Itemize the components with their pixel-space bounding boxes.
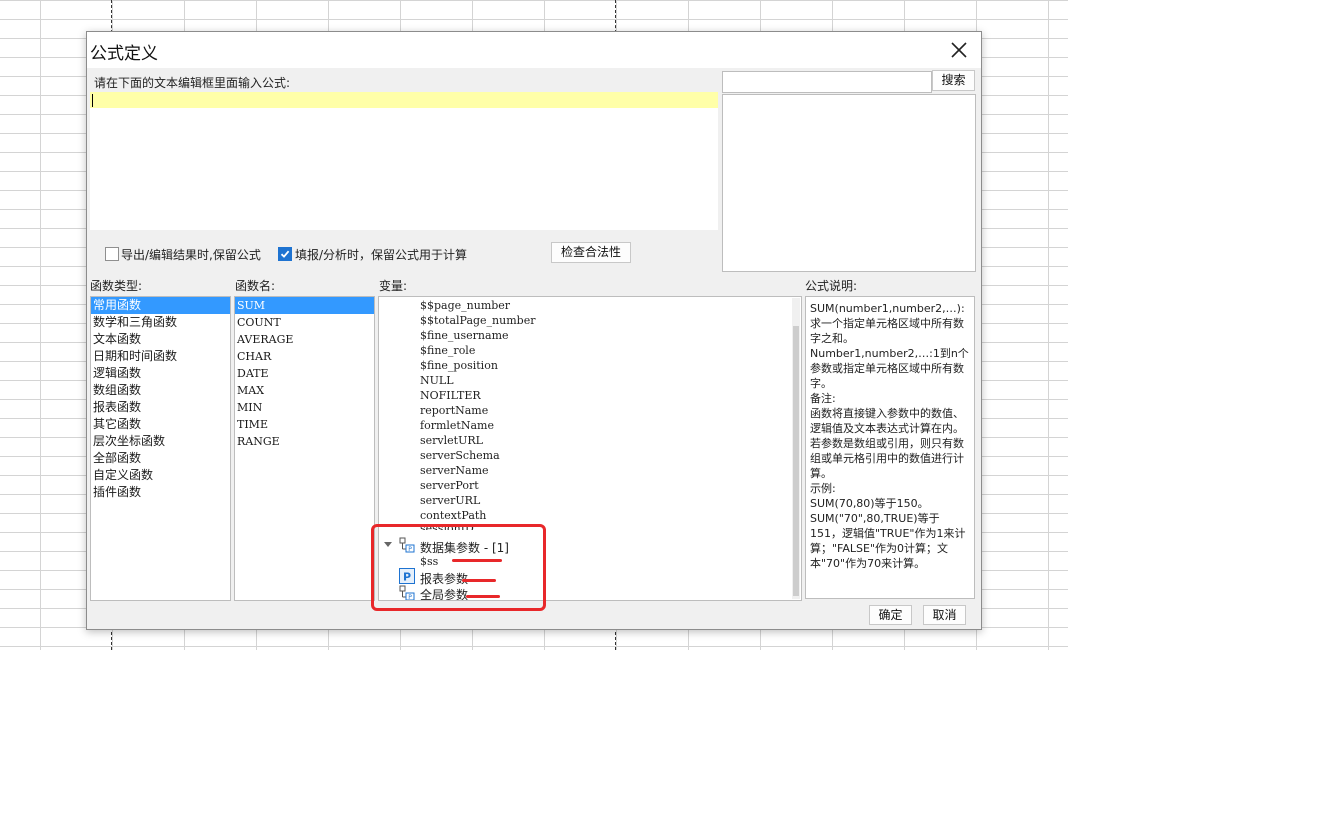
text-caret (92, 94, 93, 107)
list-item[interactable]: 数学和三角函数 (91, 314, 230, 331)
description-line: 函数将直接键入参数中的数值、逻辑值及文本表达式计算在内。若参数是数组或引用，则只… (810, 407, 964, 480)
list-item[interactable]: CHAR (235, 348, 374, 365)
list-item[interactable]: TIME (235, 416, 374, 433)
list-item[interactable]: RANGE (235, 433, 374, 450)
list-item[interactable]: SUM (235, 297, 374, 314)
dialog-titlebar: 公式定义 (87, 32, 981, 68)
list-item[interactable]: MAX (235, 382, 374, 399)
keep-formula-fill-checkbox[interactable] (278, 247, 292, 261)
description-line: 示例: (810, 482, 836, 495)
search-input[interactable] (722, 71, 932, 93)
list-item[interactable]: 数组函数 (91, 382, 230, 399)
function-names-list[interactable]: SUM COUNT AVERAGE CHAR DATE MAX MIN TIME… (234, 296, 375, 601)
scrollbar-thumb[interactable] (793, 326, 799, 596)
formula-editor[interactable] (90, 92, 718, 230)
list-item[interactable]: 文本函数 (91, 331, 230, 348)
search-button[interactable]: 搜索 (932, 70, 975, 91)
list-item[interactable]: 其它函数 (91, 416, 230, 433)
check-icon (280, 250, 290, 258)
dialog-title: 公式定义 (90, 44, 158, 64)
search-results-list[interactable] (722, 94, 976, 272)
variables-scrollbar[interactable] (792, 298, 800, 599)
list-item[interactable]: 层次坐标函数 (91, 433, 230, 450)
list-item[interactable]: 报表函数 (91, 399, 230, 416)
ok-button[interactable]: 确定 (869, 605, 912, 625)
list-item[interactable]: 全部函数 (91, 450, 230, 467)
keep-formula-fill-label: 填报/分析时，保留公式用于计算 (295, 248, 468, 262)
description-line: Number1,number2,…:1到n个参数或指定单元格区域中所有数字。 (810, 347, 969, 390)
tree-item[interactable]: serverSchema (420, 449, 500, 462)
tree-item[interactable]: serverURL (420, 494, 480, 507)
editor-prompt-label: 请在下面的文本编辑框里面输入公式: (94, 76, 291, 90)
list-item[interactable]: COUNT (235, 314, 374, 331)
tree-item[interactable]: $fine_role (420, 344, 475, 357)
tree-item[interactable]: serverPort (420, 479, 479, 492)
annotation-underline (462, 579, 496, 582)
tree-item[interactable]: $fine_position (420, 359, 498, 372)
list-item[interactable]: 逻辑函数 (91, 365, 230, 382)
function-types-list[interactable]: 常用函数 数学和三角函数 文本函数 日期和时间函数 逻辑函数 数组函数 报表函数… (90, 296, 231, 601)
annotation-underline (452, 559, 502, 562)
function-names-header: 函数名: (235, 279, 276, 293)
check-validity-button[interactable]: 检查合法性 (551, 242, 631, 263)
tree-item[interactable]: reportName (420, 404, 488, 417)
tree-item[interactable]: servletURL (420, 434, 483, 447)
tree-item[interactable]: $fine_username (420, 329, 509, 342)
tree-item[interactable]: NULL (420, 374, 454, 387)
cancel-button[interactable]: 取消 (923, 605, 966, 625)
list-item[interactable]: 日期和时间函数 (91, 348, 230, 365)
tree-item[interactable]: $$page_number (420, 299, 510, 312)
tree-item[interactable]: formletName (420, 419, 494, 432)
description-line: SUM(70,80)等于150。 (810, 497, 929, 510)
annotation-underline (466, 595, 500, 598)
list-item[interactable]: DATE (235, 365, 374, 382)
list-item[interactable]: AVERAGE (235, 331, 374, 348)
list-item[interactable]: 插件函数 (91, 484, 230, 501)
tree-item[interactable]: NOFILTER (420, 389, 481, 402)
tree-item[interactable]: $$totalPage_number (420, 314, 535, 327)
description-header: 公式说明: (805, 279, 858, 293)
close-icon (951, 42, 967, 58)
function-types-header: 函数类型: (90, 279, 143, 293)
keep-formula-export-checkbox[interactable] (105, 247, 119, 261)
description-line: 备注: (810, 392, 836, 405)
list-item[interactable]: MIN (235, 399, 374, 416)
list-item[interactable]: 常用函数 (91, 297, 230, 314)
description-line: SUM(number1,number2,…):求一个指定单元格区域中所有数字之和… (810, 302, 965, 345)
variables-header: 变量: (379, 279, 408, 293)
tree-item[interactable]: contextPath (420, 509, 486, 522)
tree-item[interactable]: serverName (420, 464, 489, 477)
list-item[interactable]: 自定义函数 (91, 467, 230, 484)
annotation-highlight-box (371, 524, 546, 611)
formula-description: SUM(number1,number2,…):求一个指定单元格区域中所有数字之和… (805, 296, 975, 599)
keep-formula-export-label: 导出/编辑结果时,保留公式 (121, 248, 261, 262)
close-button[interactable] (947, 38, 971, 62)
editor-current-line (90, 92, 718, 108)
description-line: SUM("70",80,TRUE)等于151，逻辑值"TRUE"作为1来计算；"… (810, 512, 966, 570)
